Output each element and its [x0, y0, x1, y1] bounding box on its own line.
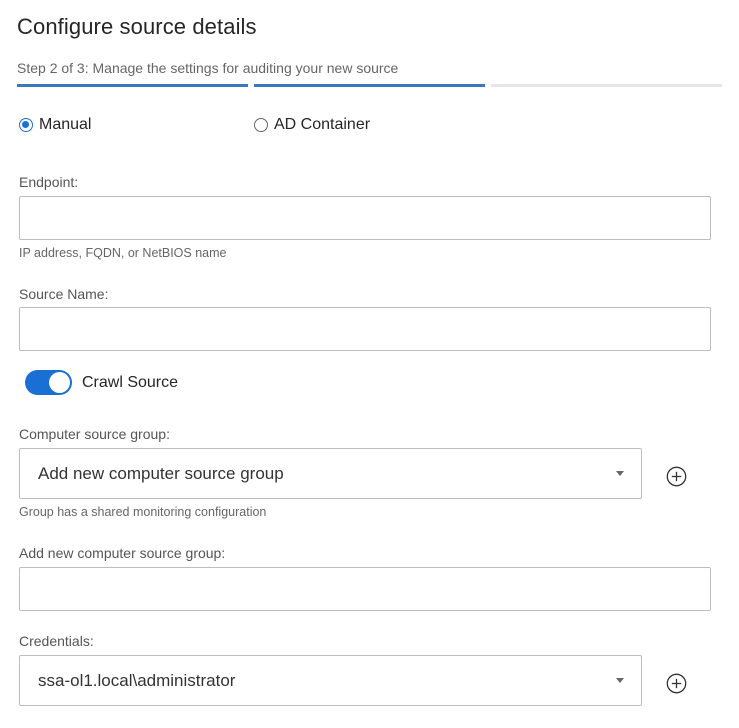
crawl-source-toggle[interactable]: [25, 370, 72, 395]
endpoint-input[interactable]: [19, 196, 711, 240]
computer-source-group-value: Add new computer source group: [38, 463, 284, 483]
plus-circle-icon: [666, 466, 687, 487]
crawl-source-row: Crawl Source: [25, 370, 178, 395]
add-computer-source-group-button[interactable]: [666, 466, 687, 487]
progress-step-2: [254, 84, 485, 87]
configure-source-page: Configure source details Step 2 of 3: Ma…: [0, 0, 739, 728]
new-group-input[interactable]: [19, 567, 711, 611]
progress-step-1: [17, 84, 248, 87]
credentials-label: Credentials:: [19, 633, 94, 649]
add-credentials-button[interactable]: [666, 673, 687, 694]
credentials-select[interactable]: ssa-ol1.local\administrator: [19, 655, 642, 706]
caret-down-icon: [616, 678, 624, 683]
source-name-input[interactable]: [19, 307, 711, 351]
radio-manual-circle[interactable]: [19, 118, 33, 132]
radio-manual[interactable]: Manual: [19, 116, 91, 134]
computer-source-group-label: Computer source group:: [19, 426, 170, 442]
radio-ad-container[interactable]: AD Container: [254, 116, 370, 134]
new-group-label: Add new computer source group:: [19, 545, 226, 561]
radio-ad-container-label: AD Container: [274, 116, 371, 133]
toggle-knob: [49, 372, 70, 393]
progress-step-3: [491, 84, 722, 87]
credentials-value: ssa-ol1.local\administrator: [38, 670, 236, 690]
computer-source-group-helper: Group has a shared monitoring configurat…: [19, 505, 267, 519]
endpoint-label: Endpoint:: [19, 174, 79, 190]
plus-circle-icon: [666, 673, 687, 694]
radio-manual-label: Manual: [39, 116, 92, 133]
crawl-source-label: Crawl Source: [82, 373, 179, 391]
page-title: Configure source details: [17, 14, 257, 39]
radio-ad-container-circle[interactable]: [254, 118, 268, 132]
source-type-radio-group: Manual AD Container: [19, 116, 619, 138]
endpoint-helper: IP address, FQDN, or NetBIOS name: [19, 246, 227, 260]
source-name-label: Source Name:: [19, 286, 109, 302]
step-indicator: Step 2 of 3: Manage the settings for aud…: [17, 60, 399, 76]
caret-down-icon: [616, 471, 624, 476]
computer-source-group-select[interactable]: Add new computer source group: [19, 448, 642, 499]
